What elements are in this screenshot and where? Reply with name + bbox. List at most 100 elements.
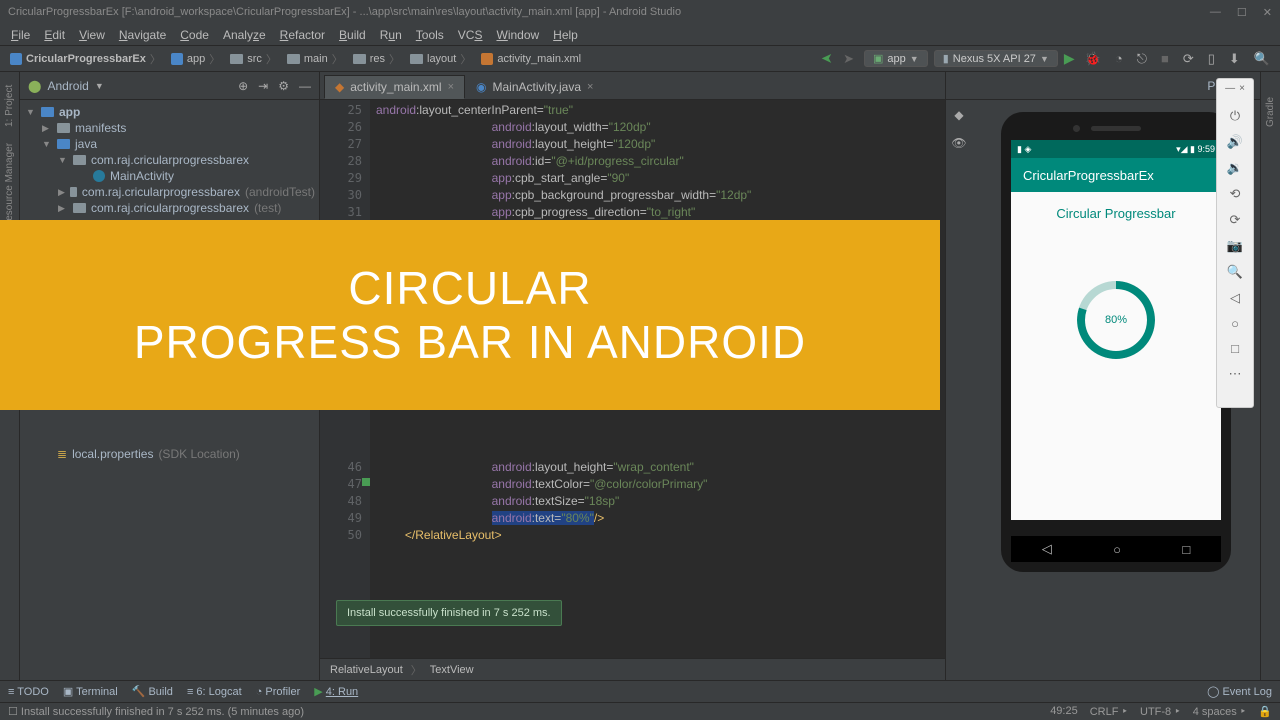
profile-icon[interactable]: ◔	[1111, 51, 1127, 66]
tree-node-pkg[interactable]: ▼com.raj.cricularprogressbarex	[20, 152, 319, 168]
close-icon[interactable]: ×	[1239, 83, 1245, 94]
install-toast: Install successfully finished in 7 s 252…	[336, 600, 562, 626]
app-bar: CricularProgressbarEx	[1011, 158, 1221, 192]
menu-tools[interactable]: Tools	[409, 28, 451, 42]
device-frame: ▮ ◈▾◢ ▮ 9:59 CricularProgressbarEx Circu…	[1001, 112, 1231, 572]
collapse-icon[interactable]: ⇥	[258, 79, 268, 93]
build-tab[interactable]: 🔨 Build	[132, 685, 173, 698]
attach-icon[interactable]: ⎋	[1133, 51, 1151, 67]
tree-node-mainactivity[interactable]: MainActivity	[20, 168, 319, 184]
gear-icon[interactable]: ⚙	[278, 79, 289, 93]
more-icon[interactable]: ⋯	[1229, 366, 1242, 382]
search-icon[interactable]: 🔍	[1250, 51, 1274, 67]
power-icon[interactable]: ⏻	[1230, 108, 1240, 124]
menu-run[interactable]: Run	[373, 28, 409, 42]
tab-activity-main[interactable]: ◆activity_main.xml×	[324, 75, 465, 99]
breadcrumb[interactable]: src〉	[226, 51, 281, 67]
tree-node-manifests[interactable]: ▶manifests	[20, 120, 319, 136]
breadcrumb[interactable]: CricularProgressbarEx〉	[6, 51, 165, 67]
device-statusbar: ▮ ◈▾◢ ▮ 9:59	[1011, 140, 1221, 158]
volume-down-icon[interactable]: 🔉	[1227, 160, 1243, 176]
minimize-icon[interactable]: —	[1225, 83, 1235, 94]
palette-strip[interactable]: ◆ 👁	[946, 100, 972, 680]
preview-panel: Preview ◆ 👁 ▮ ◈▾◢ ▮ 9:59 CricularProgres…	[945, 72, 1260, 680]
run-tab[interactable]: ▶ 4: Run	[314, 685, 358, 698]
run-icon[interactable]: ▶	[1064, 50, 1075, 67]
sdk-icon[interactable]: ⬇	[1225, 51, 1244, 67]
palette-icon[interactable]: ◆	[954, 108, 963, 122]
scroll-from-icon[interactable]: ⊕	[238, 79, 248, 93]
logcat-tab[interactable]: ≡ 6: Logcat	[187, 686, 242, 698]
eye-icon[interactable]: 👁	[951, 136, 966, 150]
window-title: CricularProgressbarEx [F:\android_worksp…	[8, 6, 681, 18]
overview-icon[interactable]: □	[1231, 341, 1239, 356]
menu-build[interactable]: Build	[332, 28, 373, 42]
navigation-bar: CricularProgressbarEx〉 app〉 src〉 main〉 r…	[0, 46, 1280, 72]
back-icon[interactable]: ➤	[821, 50, 833, 67]
breadcrumb[interactable]: app〉	[167, 51, 224, 67]
indent[interactable]: 4 spaces ‣	[1193, 705, 1247, 718]
menu-vcs[interactable]: VCS	[451, 28, 490, 42]
avd-icon[interactable]: ▯	[1204, 51, 1219, 67]
breadcrumb[interactable]: layout〉	[406, 51, 475, 67]
tab-mainactivity[interactable]: ◉MainActivity.java×	[465, 75, 604, 99]
run-config-selector[interactable]: ▣app▼	[864, 50, 928, 67]
breadcrumb[interactable]: res〉	[349, 51, 404, 67]
menu-refactor[interactable]: Refactor	[273, 28, 332, 42]
minimize-icon[interactable]: —	[1210, 6, 1221, 19]
gutter-mark	[362, 478, 370, 486]
menu-edit[interactable]: Edit	[37, 28, 72, 42]
close-icon[interactable]: ×	[587, 81, 593, 93]
line-ending[interactable]: CRLF ‣	[1090, 705, 1128, 718]
camera-icon[interactable]: 📷	[1227, 238, 1243, 254]
home-icon[interactable]: ○	[1231, 316, 1239, 331]
menu-bar: File Edit View Navigate Code Analyze Ref…	[0, 24, 1280, 46]
rotate-right-icon[interactable]: ⟳	[1230, 212, 1241, 228]
close-icon[interactable]: ×	[448, 81, 454, 93]
close-icon[interactable]: ✕	[1263, 6, 1272, 19]
eventlog-tab[interactable]: ◯ Event Log	[1207, 685, 1272, 698]
status-bar: ☐ Install successfully finished in 7 s 2…	[0, 702, 1280, 720]
breadcrumb[interactable]: main〉	[283, 51, 347, 67]
tree-node-java[interactable]: ▼java	[20, 136, 319, 152]
stop-icon[interactable]: ■	[1157, 51, 1173, 66]
device-selector[interactable]: ▮Nexus 5X API 27▼	[934, 50, 1058, 67]
tree-node-app[interactable]: ▼app	[20, 104, 319, 120]
breadcrumb-path[interactable]: RelativeLayout〉TextView	[320, 658, 945, 680]
breadcrumb[interactable]: activity_main.xml	[477, 53, 585, 65]
back-icon[interactable]: ◁	[1230, 290, 1240, 306]
tree-node-pkg-test[interactable]: ▶com.raj.cricularprogressbarex (test)	[20, 200, 319, 216]
terminal-tab[interactable]: ▣ Terminal	[63, 685, 118, 698]
bottom-toolbar: ≡ TODO ▣ Terminal 🔨 Build ≡ 6: Logcat ◔ …	[0, 680, 1280, 702]
page-title: Circular Progressbar	[1056, 192, 1175, 235]
tree-node-pkg-androidtest[interactable]: ▶com.raj.cricularprogressbarex (androidT…	[20, 184, 319, 200]
emulator-toolbar[interactable]: — × ⏻ 🔊 🔉 ⟲ ⟳ 📷 🔍 ◁ ○ □ ⋯	[1216, 78, 1254, 408]
maximize-icon[interactable]: ☐	[1237, 6, 1247, 19]
tree-node-localprops[interactable]: ≣local.properties (SDK Location)	[20, 446, 319, 462]
debug-icon[interactable]: 🐞	[1081, 51, 1105, 67]
device-navbar: ◁○□	[1011, 536, 1221, 562]
menu-code[interactable]: Code	[173, 28, 216, 42]
lock-icon[interactable]: 🔒	[1258, 705, 1272, 718]
project-view-selector[interactable]: Android	[47, 79, 88, 93]
sync-icon[interactable]: ⟳	[1179, 51, 1198, 67]
menu-help[interactable]: Help	[546, 28, 585, 42]
right-tool-strip[interactable]: Gradle	[1260, 72, 1280, 680]
circular-progressbar: 80%	[1077, 281, 1155, 359]
profiler-tab[interactable]: ◔ Profiler	[256, 686, 301, 698]
window-titlebar: CricularProgressbarEx [F:\android_worksp…	[0, 0, 1280, 24]
volume-up-icon[interactable]: 🔊	[1227, 134, 1243, 150]
caret-position[interactable]: 49:25	[1050, 705, 1078, 718]
menu-navigate[interactable]: Navigate	[112, 28, 173, 42]
hide-icon[interactable]: —	[299, 79, 311, 93]
menu-window[interactable]: Window	[489, 28, 546, 42]
zoom-icon[interactable]: 🔍	[1227, 264, 1243, 280]
forward-icon[interactable]: ➤	[839, 51, 858, 67]
todo-tab[interactable]: ≡ TODO	[8, 686, 49, 698]
encoding[interactable]: UTF-8 ‣	[1140, 705, 1181, 718]
video-caption-overlay: CIRCULAR PROGRESS BAR IN ANDROID	[0, 220, 940, 410]
menu-view[interactable]: View	[72, 28, 112, 42]
menu-analyze[interactable]: Analyze	[216, 28, 273, 42]
menu-file[interactable]: File	[4, 28, 37, 42]
rotate-left-icon[interactable]: ⟲	[1230, 186, 1241, 202]
